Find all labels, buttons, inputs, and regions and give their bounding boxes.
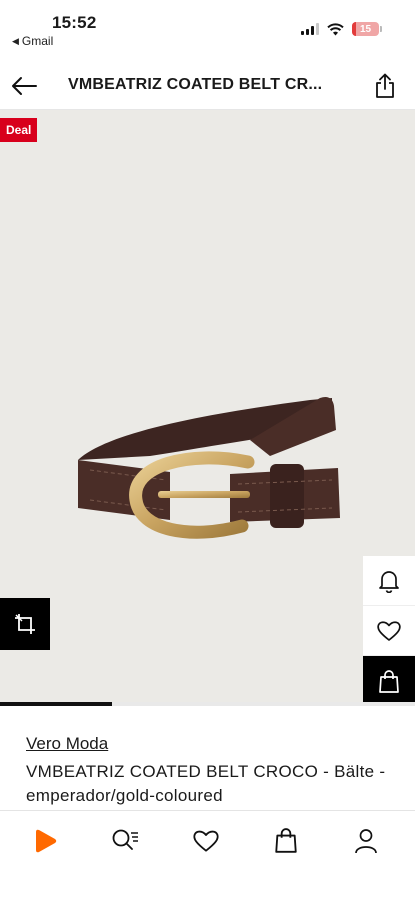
- bottom-navigation: [0, 810, 415, 870]
- nav-home[interactable]: [28, 824, 62, 858]
- signal-icon: [301, 23, 319, 35]
- shopping-bag-icon: [275, 827, 297, 853]
- battery-icon: 15: [352, 22, 382, 36]
- shopping-bag-icon: [379, 669, 399, 693]
- product-header: VMBEATRIZ COATED BELT CR...: [0, 62, 415, 110]
- nav-search[interactable]: [108, 824, 142, 858]
- image-progress-fill: [0, 702, 113, 706]
- nav-profile[interactable]: [349, 824, 383, 858]
- image-gallery-button[interactable]: [0, 598, 50, 650]
- status-bar: 15:52 ◀ Gmail 15: [0, 0, 415, 60]
- back-to-app-link[interactable]: ◀ Gmail: [12, 34, 53, 48]
- image-progress-track: [0, 702, 415, 706]
- home-icon: [36, 829, 57, 852]
- share-button[interactable]: [369, 70, 401, 102]
- deal-badge: Deal: [0, 118, 38, 142]
- side-actions: [363, 556, 415, 704]
- brand-link[interactable]: Vero Moda: [26, 734, 108, 754]
- page-title: VMBEATRIZ COATED BELT CR...: [68, 76, 323, 93]
- profile-icon: [355, 828, 377, 853]
- product-name: VMBEATRIZ COATED BELT CROCO - Bälte - em…: [26, 762, 386, 805]
- wishlist-button[interactable]: [363, 606, 415, 656]
- wifi-icon: [327, 22, 344, 35]
- nav-wishlist[interactable]: [189, 824, 223, 858]
- product-image: [78, 397, 340, 539]
- status-indicators: 15: [301, 22, 382, 36]
- back-app-label: Gmail: [21, 34, 54, 48]
- battery-level: [352, 22, 357, 36]
- back-triangle-icon: ◀: [12, 35, 19, 46]
- notify-button[interactable]: [363, 556, 415, 606]
- search-icon: [112, 829, 139, 850]
- product-image-gallery[interactable]: Deal: [0, 110, 415, 704]
- heart-icon: [377, 620, 401, 641]
- bell-icon: [379, 570, 399, 593]
- battery-percent: 15: [359, 23, 372, 35]
- arrow-left-icon: [12, 77, 37, 95]
- back-button[interactable]: [8, 70, 40, 102]
- nav-cart[interactable]: [269, 824, 303, 858]
- status-time: 15:52: [52, 13, 97, 32]
- add-to-bag-button[interactable]: [363, 656, 415, 704]
- crop-expand-icon: [15, 614, 35, 634]
- heart-icon: [192, 830, 219, 852]
- share-icon: [376, 73, 394, 98]
